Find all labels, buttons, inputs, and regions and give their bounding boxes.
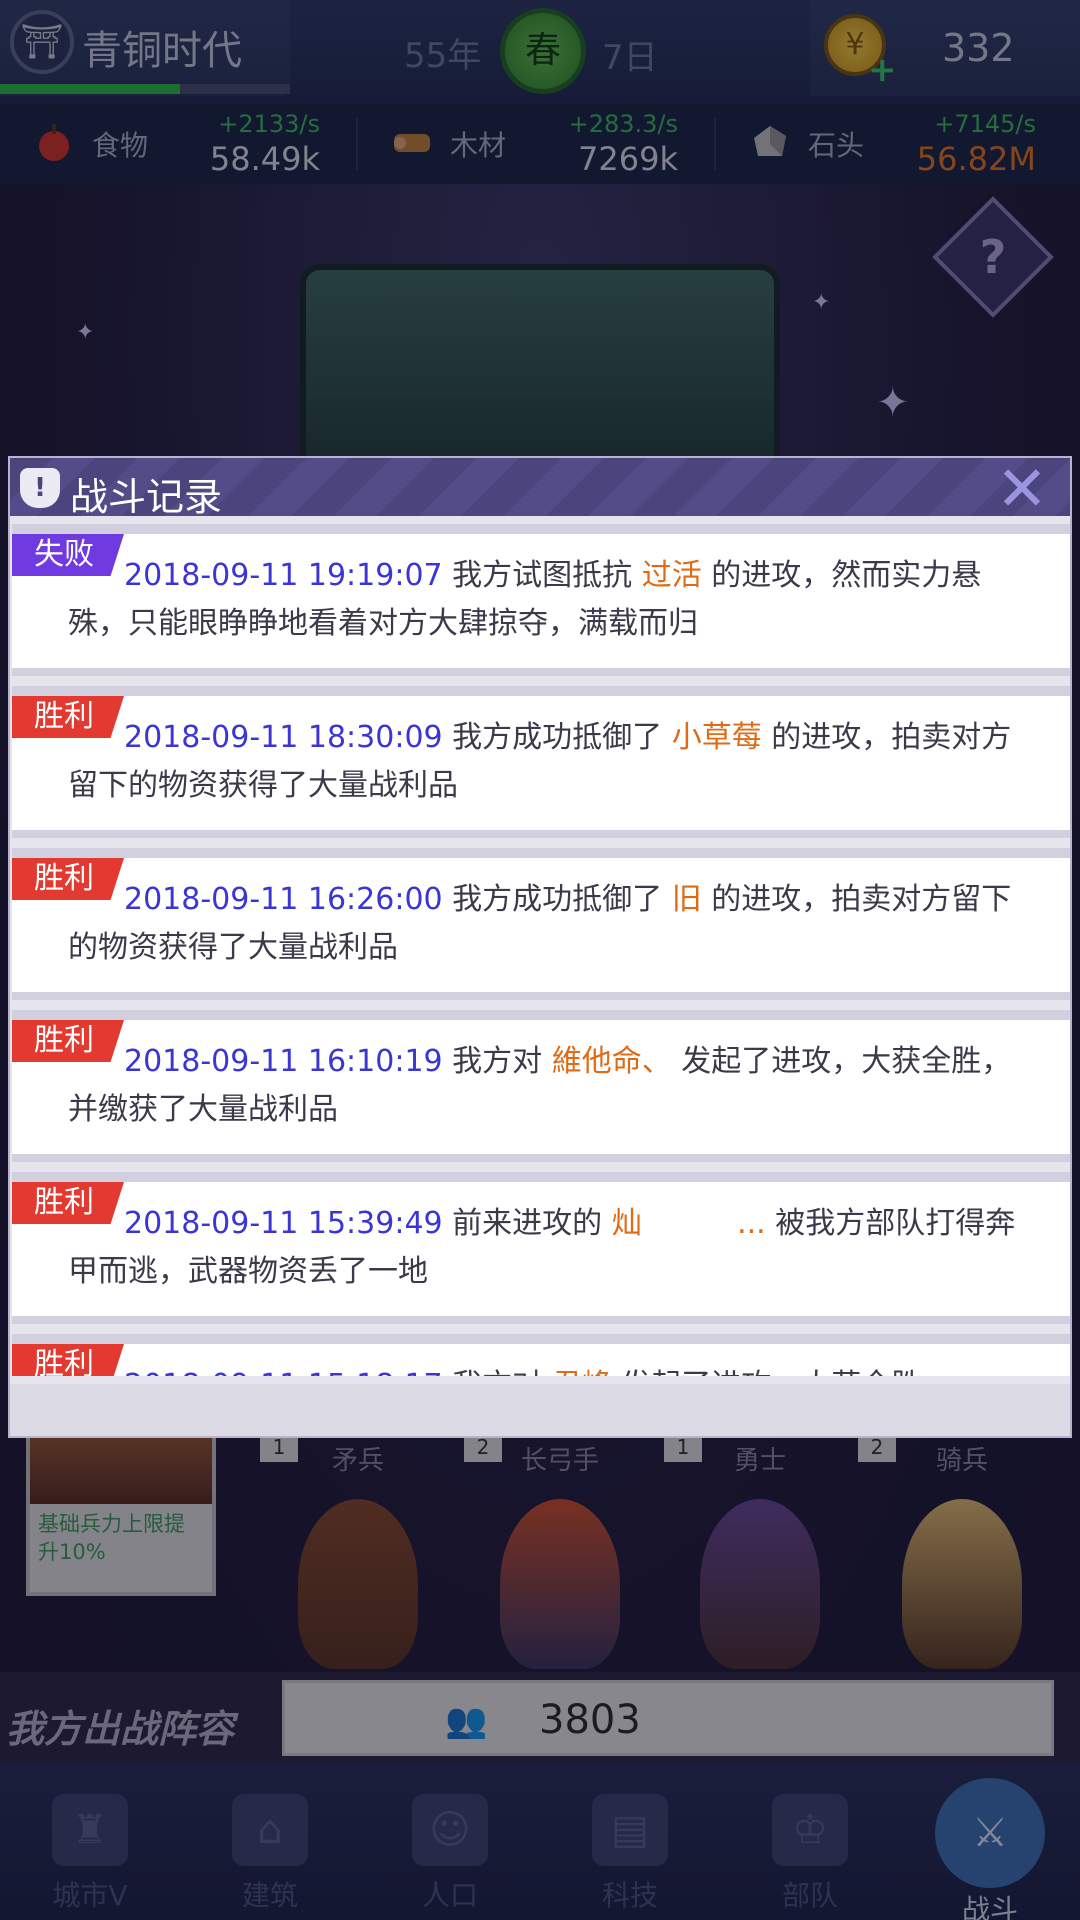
- dialog-footer: [10, 1384, 1070, 1436]
- record-pre: 我方成功抵御了: [442, 882, 672, 917]
- record-item: 胜利 2018-09-11 15:18:17 我方对 君峰 发起了进攻，大获全胜: [12, 1334, 1070, 1376]
- battle-record-dialog: ! 战斗记录 ✕ 失败 2018-09-11 19:19:07 我方试图抵抗 过…: [8, 452, 1072, 1438]
- record-item: 胜利 2018-09-11 15:39:49 前来进攻的 灿 ... 被我方部队…: [12, 1172, 1070, 1324]
- opponent-name[interactable]: 灿 ...: [612, 1206, 766, 1241]
- opponent-name[interactable]: 旧: [672, 882, 702, 917]
- record-text: 2018-09-11 15:39:49 前来进攻的 灿 ... 被我方部队打得奔…: [68, 1200, 1030, 1296]
- record-pre: 我方对: [442, 1044, 552, 1079]
- opponent-name[interactable]: 过活: [642, 558, 702, 593]
- close-icon[interactable]: ✕: [996, 452, 1048, 525]
- record-item: 失败 2018-09-11 19:19:07 我方试图抵抗 过活 的进攻，然而实…: [12, 524, 1070, 676]
- dialog-header: ! 战斗记录 ✕: [10, 452, 1070, 525]
- record-time: 2018-09-11 15:39:49: [124, 1206, 443, 1241]
- shield-icon: !: [20, 468, 60, 508]
- record-time: 2018-09-11 16:26:00: [124, 882, 443, 917]
- record-item: 胜利 2018-09-11 18:30:09 我方成功抵御了 小草莓 的进攻，拍…: [12, 686, 1070, 838]
- opponent-name[interactable]: 君峰: [552, 1368, 612, 1376]
- record-time: 2018-09-11 19:19:07: [124, 558, 443, 593]
- record-text: 2018-09-11 15:18:17 我方对 君峰 发起了进攻，大获全胜: [68, 1362, 1030, 1376]
- record-post: 发起了进攻，大获全胜: [612, 1368, 921, 1376]
- opponent-name[interactable]: 維他命、: [552, 1044, 672, 1079]
- record-text: 2018-09-11 16:26:00 我方成功抵御了 旧 的进攻，拍卖对方留下…: [68, 876, 1030, 972]
- record-item: 胜利 2018-09-11 16:10:19 我方对 維他命、 发起了进攻，大获…: [12, 1010, 1070, 1162]
- record-text: 2018-09-11 16:10:19 我方对 維他命、 发起了进攻，大获全胜，…: [68, 1038, 1030, 1134]
- dialog-title: 战斗记录: [70, 475, 223, 519]
- record-time: 2018-09-11 18:30:09: [124, 720, 443, 755]
- record-text: 2018-09-11 19:19:07 我方试图抵抗 过活 的进攻，然而实力悬殊…: [68, 552, 1030, 648]
- record-time: 2018-09-11 16:10:19: [124, 1044, 443, 1079]
- record-pre: 我方试图抵抗: [442, 558, 642, 593]
- record-text: 2018-09-11 18:30:09 我方成功抵御了 小草莓 的进攻，拍卖对方…: [68, 714, 1030, 810]
- record-pre: 前来进攻的: [442, 1206, 612, 1241]
- record-time: 2018-09-11 15:18:17: [124, 1368, 443, 1376]
- record-pre: 我方成功抵御了: [442, 720, 672, 755]
- record-pre: 我方对: [443, 1368, 552, 1376]
- record-list[interactable]: 失败 2018-09-11 19:19:07 我方试图抵抗 过活 的进攻，然而实…: [10, 518, 1070, 1376]
- record-item: 胜利 2018-09-11 16:26:00 我方成功抵御了 旧 的进攻，拍卖对…: [12, 848, 1070, 1000]
- opponent-name[interactable]: 小草莓: [672, 720, 762, 755]
